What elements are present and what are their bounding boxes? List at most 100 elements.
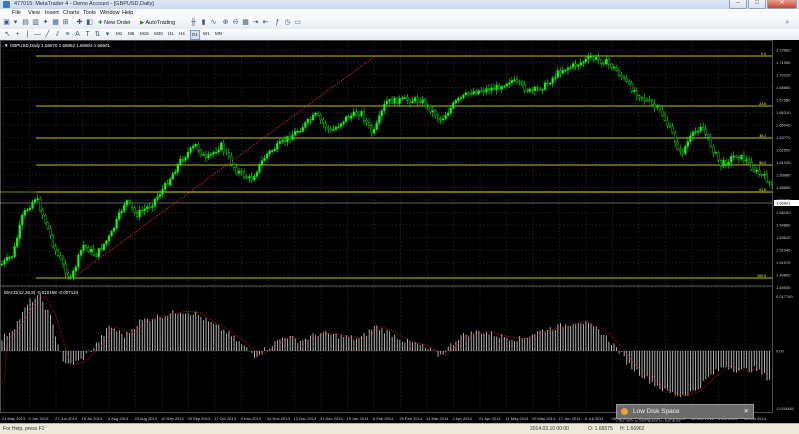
- menu-charts[interactable]: Charts: [63, 10, 79, 16]
- chart-shift-icon[interactable]: ⇤: [262, 19, 269, 26]
- menu-insert[interactable]: Insert: [45, 10, 59, 16]
- menu-help[interactable]: Help: [122, 10, 133, 16]
- menu-view[interactable]: View: [28, 10, 40, 16]
- chart-window[interactable]: 1.72660 1.71390 1.70120 1.68850 1.67580 1.663…: [0, 40, 799, 423]
- cursor-icon[interactable]: ↖: [4, 31, 11, 38]
- crosshair-icon[interactable]: ✚: [76, 19, 83, 26]
- candle-body: [406, 97, 409, 101]
- templates-icon[interactable]: ▭: [294, 19, 301, 26]
- terminal-icon[interactable]: ▦: [52, 19, 59, 26]
- timeframe-mn[interactable]: MN: [215, 30, 222, 38]
- bar-chart-icon[interactable]: ╫: [190, 19, 197, 26]
- low-disk-notification[interactable]: Low Disk Space ✕: [616, 404, 754, 419]
- objects-menu-icon[interactable]: ▾: [104, 31, 111, 38]
- candle-body: [722, 160, 725, 167]
- search-icon[interactable]: ⌕: [784, 19, 791, 26]
- maximize-button[interactable]: □: [748, 0, 766, 9]
- candle-body: [424, 99, 427, 107]
- notification-close-icon[interactable]: ✕: [744, 405, 749, 418]
- date-label: 21 Apr 2014: [479, 416, 501, 421]
- candle-body: [589, 56, 593, 58]
- crosshair-tool-icon[interactable]: +: [14, 31, 21, 38]
- fibonacci-icon[interactable]: ≡: [64, 31, 71, 38]
- candle-body: [429, 105, 432, 113]
- candle-body: [31, 201, 34, 209]
- candle-body: [87, 247, 90, 252]
- candle-body: [765, 173, 768, 183]
- indicators-icon[interactable]: ƒ: [274, 19, 281, 26]
- candle-body: [541, 89, 544, 91]
- text-icon[interactable]: A: [74, 31, 81, 38]
- navigator-icon[interactable]: ✦: [42, 19, 49, 26]
- line-chart-icon[interactable]: ∿: [210, 19, 217, 26]
- candle-body: [674, 132, 677, 143]
- menu-tools[interactable]: Tools: [83, 10, 96, 16]
- candle-body: [605, 59, 608, 65]
- candle-body: [135, 212, 139, 217]
- candle-body: [564, 69, 567, 72]
- timeframe-m30[interactable]: M30: [154, 30, 163, 38]
- candle-body: [163, 183, 167, 190]
- new-order-button[interactable]: ✚ New Order: [98, 19, 131, 27]
- zoom-in-icon[interactable]: ⊕: [222, 19, 229, 26]
- candle-body: [584, 58, 587, 63]
- profiles-icon[interactable]: ▾: [12, 19, 19, 26]
- auto-scroll-icon[interactable]: ⇥: [252, 19, 259, 26]
- zoom-out-icon[interactable]: ⊖: [232, 19, 239, 26]
- editor-icon[interactable]: ◧: [86, 19, 93, 26]
- minimize-button[interactable]: –: [729, 0, 747, 9]
- price-chart[interactable]: 1.72660 1.71390 1.70120 1.68850 1.67580 1.663…: [0, 40, 799, 423]
- timeframe-m15[interactable]: M15: [140, 30, 149, 38]
- trendline-icon[interactable]: ╱: [44, 31, 51, 38]
- market-watch-icon[interactable]: ▤: [22, 19, 29, 26]
- timeframe-m5[interactable]: M5: [128, 30, 134, 38]
- price-label: 1.61230: [776, 160, 791, 165]
- label-icon[interactable]: T: [84, 31, 91, 38]
- timeframe-h1[interactable]: H1: [168, 30, 174, 38]
- autotrading-button[interactable]: ▶ AutoTrading: [140, 19, 175, 27]
- candle-body: [561, 70, 564, 74]
- candle-body: [220, 142, 223, 151]
- timeframe-h4[interactable]: H4: [179, 30, 185, 38]
- candle-body: [294, 131, 297, 136]
- candle-body: [623, 76, 626, 79]
- menu-file[interactable]: File: [12, 10, 21, 16]
- candle-body: [355, 111, 358, 116]
- candle-body: [645, 99, 649, 102]
- candle-body: [536, 86, 539, 89]
- timeframe-d1[interactable]: D1: [190, 30, 200, 40]
- vertical-line-icon[interactable]: |: [24, 31, 31, 38]
- candle-body: [462, 94, 465, 98]
- candle-body: [434, 110, 437, 117]
- candle-body: [329, 128, 332, 131]
- candlestick-icon[interactable]: ▮: [200, 19, 207, 26]
- candle-body: [179, 159, 182, 165]
- candle-body: [95, 254, 98, 257]
- arrows-icon[interactable]: ⇅: [94, 31, 101, 38]
- channel-icon[interactable]: ⫽: [54, 31, 61, 38]
- date-label: 11 May 2014: [506, 416, 530, 421]
- candle-body: [712, 146, 715, 153]
- candle-body: [368, 122, 371, 126]
- close-button[interactable]: ✕: [767, 0, 797, 9]
- candle-body: [64, 263, 67, 274]
- fib-level-label: 61.8: [759, 188, 766, 192]
- candle-body: [171, 173, 174, 180]
- timeframe-m1[interactable]: M1: [116, 30, 122, 38]
- candle-body: [90, 249, 93, 252]
- tile-windows-icon[interactable]: ▦: [242, 19, 249, 26]
- new-chart-icon[interactable]: ▣: [3, 19, 10, 26]
- strategy-tester-icon[interactable]: ⊞: [62, 19, 69, 26]
- candle-body: [327, 126, 330, 130]
- candle-body: [431, 110, 434, 113]
- candle-body: [643, 97, 646, 101]
- candle-body: [317, 112, 320, 116]
- timeframe-w1[interactable]: W1: [203, 30, 210, 38]
- candle-body: [630, 82, 633, 92]
- candle-body: [41, 210, 44, 216]
- menu-window[interactable]: Window: [100, 10, 120, 16]
- data-window-icon[interactable]: ▥: [32, 19, 39, 26]
- horizontal-line-icon[interactable]: —: [34, 31, 41, 38]
- periods-icon[interactable]: ◷: [284, 19, 291, 26]
- candle-body: [633, 90, 636, 92]
